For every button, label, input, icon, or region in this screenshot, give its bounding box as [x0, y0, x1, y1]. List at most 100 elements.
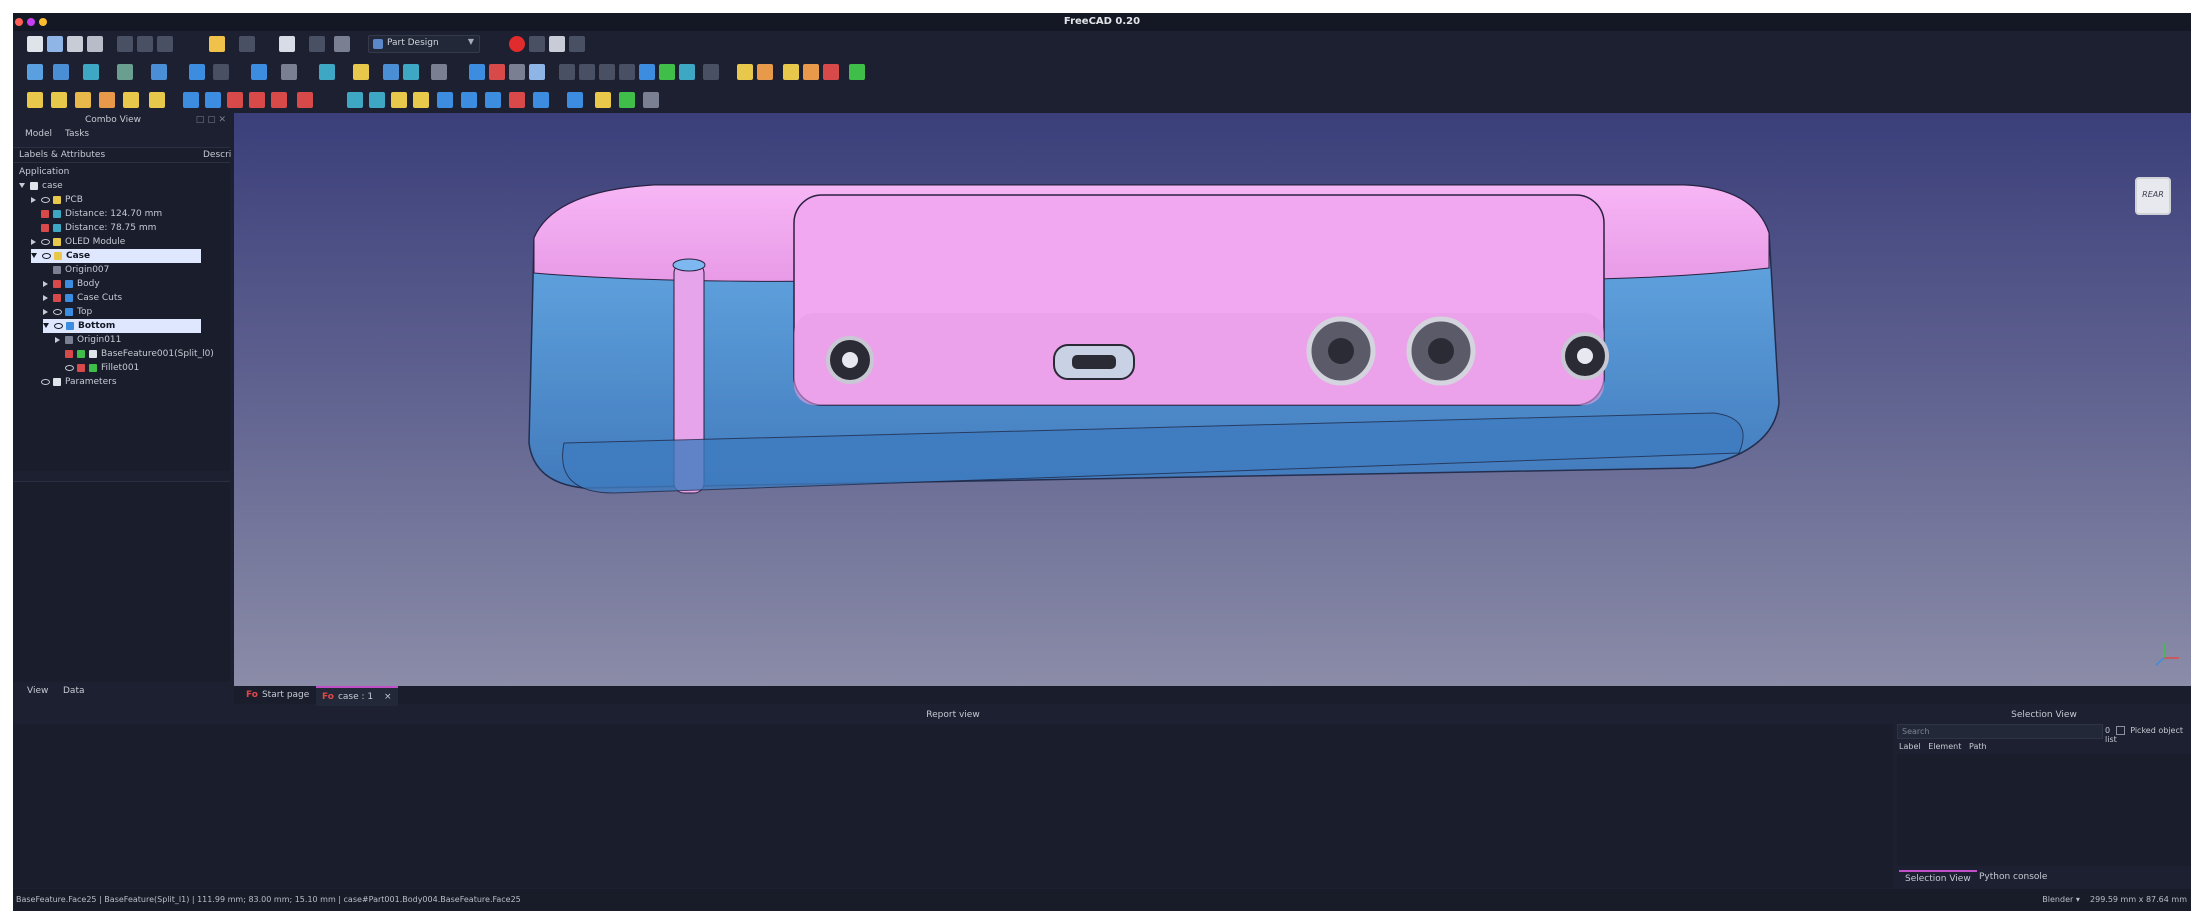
undo-icon[interactable]: [209, 36, 225, 52]
collapse-arrow-icon[interactable]: [43, 323, 49, 328]
new-document-icon[interactable]: [27, 36, 43, 52]
picked-checkbox[interactable]: [2115, 726, 2125, 735]
tree-item-case[interactable]: case: [19, 179, 63, 193]
picked-object-list[interactable]: 0 Picked object list: [2105, 726, 2191, 744]
hole-icon[interactable]: [205, 92, 221, 108]
tree-header-labels[interactable]: Labels & Attributes: [19, 150, 105, 160]
additive-loft-icon[interactable]: [75, 92, 91, 108]
expand-arrow-icon[interactable]: [43, 294, 48, 301]
datum-plane-icon[interactable]: [599, 64, 615, 80]
macro-stop-icon[interactable]: [529, 36, 545, 52]
macro-record-icon[interactable]: [509, 36, 525, 52]
linear-pattern-icon[interactable]: [369, 92, 385, 108]
tree-header-description[interactable]: Descri: [203, 150, 231, 160]
collapse-arrow-icon[interactable]: [31, 253, 37, 258]
visibility-eye-icon[interactable]: [54, 322, 63, 329]
measure-icon[interactable]: [319, 64, 335, 80]
edge-selection-icon[interactable]: [783, 64, 799, 80]
whats-this-icon[interactable]: [334, 36, 350, 52]
copy-icon[interactable]: [137, 36, 153, 52]
tree-item-distance-2[interactable]: Distance: 78.75 mm: [41, 221, 156, 235]
visibility-eye-icon[interactable]: [42, 252, 51, 259]
visibility-eye-icon[interactable]: [41, 196, 50, 203]
tree-item-parameters[interactable]: Parameters: [41, 375, 117, 389]
add-part-icon[interactable]: [619, 92, 635, 108]
chamfer-icon[interactable]: [461, 92, 477, 108]
recompute-icon[interactable]: [309, 36, 325, 52]
make-link-icon[interactable]: [403, 64, 419, 80]
validate-sketch-icon[interactable]: [509, 64, 525, 80]
visibility-eye-icon[interactable]: [41, 378, 50, 385]
open-document-icon[interactable]: [47, 36, 63, 52]
3d-viewport[interactable]: REAR: [234, 113, 2191, 686]
subshape-binder-icon[interactable]: [659, 64, 675, 80]
visibility-eye-icon[interactable]: [65, 364, 74, 371]
additive-helix-icon[interactable]: [123, 92, 139, 108]
expand-arrow-icon[interactable]: [43, 308, 48, 315]
save-document-icon[interactable]: [67, 36, 83, 52]
tree-item-top[interactable]: Top: [43, 305, 92, 319]
up-link-icon[interactable]: [251, 64, 267, 80]
sprocket-icon[interactable]: [703, 64, 719, 80]
subtractive-loft-icon[interactable]: [249, 92, 265, 108]
view-menu-icon[interactable]: [151, 64, 167, 80]
panel-controls[interactable]: □ ▢ ✕: [196, 115, 226, 125]
expand-arrow-icon[interactable]: [43, 280, 48, 287]
create-body-icon[interactable]: [469, 64, 485, 80]
measure-linear-icon[interactable]: [595, 92, 611, 108]
box-selection-icon[interactable]: [281, 64, 297, 80]
redo-icon[interactable]: [239, 36, 255, 52]
clone-body-icon[interactable]: [679, 64, 695, 80]
close-tab-icon[interactable]: ×: [384, 692, 392, 702]
fillet-icon[interactable]: [437, 92, 453, 108]
tab-python-console[interactable]: Python console: [1973, 870, 2053, 884]
tree-item-bottom[interactable]: Bottom: [43, 319, 201, 333]
mirrored-icon[interactable]: [347, 92, 363, 108]
case-3d-model[interactable]: [234, 113, 2191, 686]
figure-icon[interactable]: [643, 92, 659, 108]
pocket-icon[interactable]: [183, 92, 199, 108]
pad-icon[interactable]: [27, 92, 43, 108]
tree-item-case-cuts[interactable]: Case Cuts: [43, 291, 122, 305]
tab-tasks[interactable]: Tasks: [65, 129, 89, 139]
datum-point-icon[interactable]: [559, 64, 575, 80]
navigation-style-selector[interactable]: Blender ▾: [2042, 895, 2080, 904]
draw-style-icon[interactable]: [83, 64, 99, 80]
isometric-view-icon[interactable]: [117, 64, 133, 80]
link-actions-icon[interactable]: [431, 64, 447, 80]
expand-arrow-icon[interactable]: [55, 336, 60, 343]
subtractive-pipe-icon[interactable]: [271, 92, 287, 108]
fit-selection-icon[interactable]: [53, 64, 69, 80]
tree-item-pcb[interactable]: PCB: [31, 193, 83, 207]
expand-arrow-icon[interactable]: [31, 238, 36, 245]
tree-item-fillet001[interactable]: Fillet001: [65, 361, 139, 375]
local-coordinate-system-icon[interactable]: [619, 64, 635, 80]
macro-editor-icon[interactable]: [549, 36, 565, 52]
visibility-eye-icon[interactable]: [53, 308, 62, 315]
tree-item-oled-module[interactable]: OLED Module: [31, 235, 125, 249]
create-group-icon[interactable]: [383, 64, 399, 80]
boolean-icon[interactable]: [533, 92, 549, 108]
assembly-icon[interactable]: [567, 92, 583, 108]
cut-icon[interactable]: [117, 36, 133, 52]
tree-item-basefeature001[interactable]: BaseFeature001(Split_l0): [65, 347, 214, 361]
selection-list[interactable]: [1897, 754, 2191, 866]
datum-line-icon[interactable]: [579, 64, 595, 80]
collapse-arrow-icon[interactable]: [19, 183, 25, 188]
tree-item-case-part[interactable]: Case: [31, 249, 201, 263]
expand-arrow-icon[interactable]: [31, 196, 36, 203]
create-sketch-icon[interactable]: [489, 64, 505, 80]
clone-icon[interactable]: [529, 64, 545, 80]
check-geometry-icon[interactable]: [737, 64, 753, 80]
tab-view[interactable]: View: [27, 686, 48, 696]
fit-all-icon[interactable]: [27, 64, 43, 80]
visibility-eye-icon[interactable]: [41, 238, 50, 245]
macro-run-icon[interactable]: [569, 36, 585, 52]
export-icon[interactable]: [849, 64, 865, 80]
revolution-icon[interactable]: [51, 92, 67, 108]
tree-item-origin011[interactable]: Origin011: [55, 333, 121, 347]
create-part-icon[interactable]: [353, 64, 369, 80]
tab-selection-view[interactable]: Selection View: [1899, 870, 1977, 886]
tree-item-distance-1[interactable]: Distance: 124.70 mm: [41, 207, 162, 221]
multi-transform-icon[interactable]: [413, 92, 429, 108]
